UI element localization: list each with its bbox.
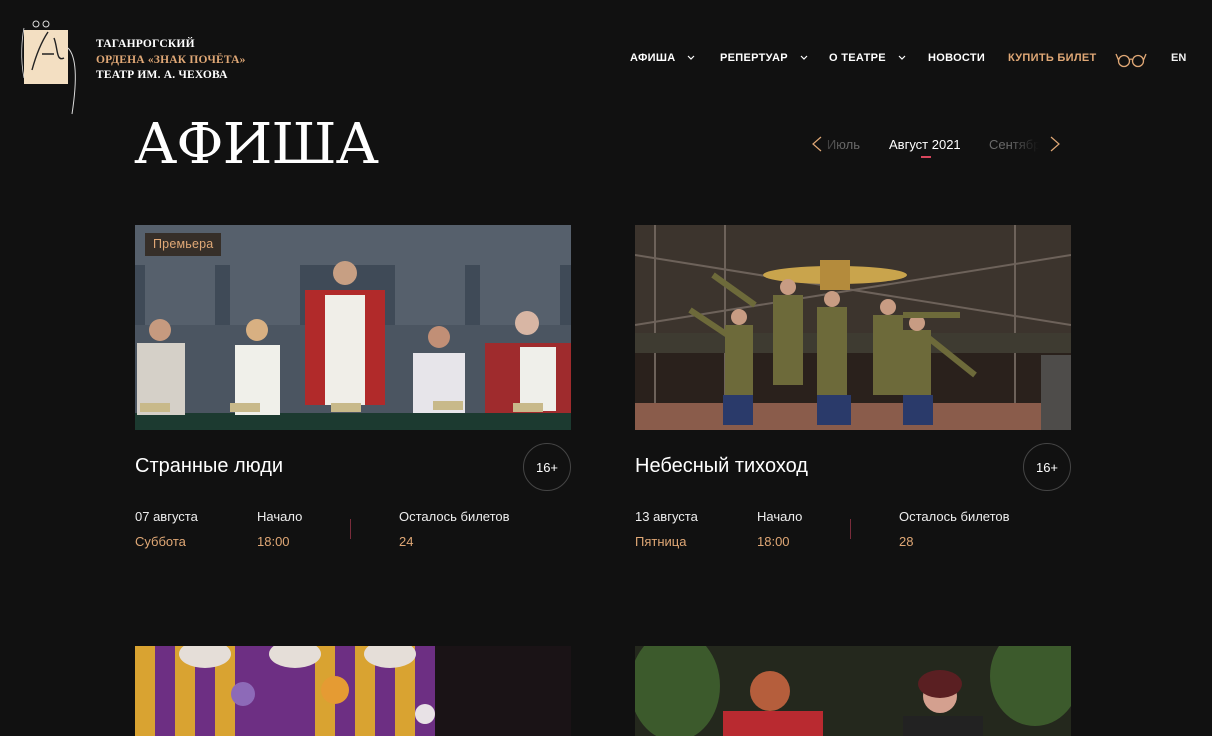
tickets-left-value: 28: [899, 534, 914, 549]
month-next-label[interactable]: Сентябрь: [989, 137, 1039, 152]
arrow-right-icon[interactable]: [1048, 136, 1062, 152]
event-card[interactable]: [635, 646, 1071, 736]
logo-line-1: ТАГАНРОГСКИЙ: [96, 38, 195, 50]
event-card[interactable]: [135, 646, 571, 736]
event-photo[interactable]: Премьера: [135, 225, 571, 430]
chevron-down-icon: [898, 55, 906, 61]
tickets-left-value: 24: [399, 534, 414, 549]
premiere-badge: Премьера: [145, 233, 222, 256]
event-meta: 07 августа Суббота Начало 18:00 Осталось…: [135, 509, 571, 549]
start-time: 18:00: [257, 534, 290, 549]
nav-item-repertoire[interactable]: РЕПЕРТУАР: [720, 52, 808, 64]
month-current[interactable]: Август 2021: [889, 137, 961, 152]
event-card[interactable]: Премьера Странные люди 16+ 07 августа Су…: [135, 225, 571, 555]
nav-item-label: АФИША: [630, 52, 676, 64]
nav-item-label: РЕПЕРТУАР: [720, 52, 788, 64]
tickets-left-label: Осталось билетов: [399, 509, 510, 524]
age-rating-badge: 16+: [523, 443, 571, 491]
tickets-left-label: Осталось билетов: [899, 509, 1010, 524]
start-label: Начало: [757, 509, 803, 524]
event-weekday: Пятница: [635, 534, 687, 549]
chevron-down-icon: [800, 55, 808, 61]
page-title: АФИША: [134, 112, 379, 177]
logo-text[interactable]: ТАГАНРОГСКИЙ ОРДЕНА «ЗНАК ПОЧЁТА» ТЕАТР …: [96, 37, 246, 84]
month-current-underline: [921, 156, 931, 158]
logo-line-3: ТЕАТР ИМ. А. ЧЕХОВА: [96, 69, 228, 81]
event-photo[interactable]: [635, 225, 1071, 430]
event-meta: 13 августа Пятница Начало 18:00 Осталось…: [635, 509, 1071, 549]
event-weekday: Суббота: [135, 534, 186, 549]
event-date: 13 августа: [635, 509, 698, 524]
age-rating-badge: 16+: [1023, 443, 1071, 491]
logo-mark[interactable]: [18, 18, 82, 118]
event-photo[interactable]: [635, 646, 1071, 736]
arrow-left-icon[interactable]: [810, 136, 824, 152]
glasses-icon[interactable]: [1115, 50, 1147, 68]
event-card[interactable]: Небесный тихоход 16+ 13 августа Пятница …: [635, 225, 1071, 555]
language-switch[interactable]: EN: [1171, 52, 1186, 64]
month-switcher: Июль Август 2021 Сентябрь: [808, 132, 1070, 160]
nav-item-label: НОВОСТИ: [928, 52, 986, 64]
event-title[interactable]: Странные люди: [135, 455, 283, 478]
nav-item-news[interactable]: НОВОСТИ: [928, 52, 985, 64]
event-date: 07 августа: [135, 509, 198, 524]
nav-item-label: КУПИТЬ БИЛЕТ: [1008, 52, 1097, 64]
nav-item-buy-ticket[interactable]: КУПИТЬ БИЛЕТ: [1008, 52, 1097, 64]
event-photo[interactable]: [135, 646, 571, 736]
start-label: Начало: [257, 509, 303, 524]
nav-item-about[interactable]: О ТЕАТРЕ: [829, 52, 906, 64]
logo-line-2: ОРДЕНА «ЗНАК ПОЧЁТА»: [96, 53, 246, 66]
nav-item-afisha[interactable]: АФИША: [630, 52, 695, 64]
start-time: 18:00: [757, 534, 790, 549]
event-title[interactable]: Небесный тихоход: [635, 455, 808, 478]
meta-divider: [850, 519, 851, 539]
nav-item-label: О ТЕАТРЕ: [829, 52, 886, 64]
chevron-down-icon: [687, 55, 695, 61]
meta-divider: [350, 519, 351, 539]
